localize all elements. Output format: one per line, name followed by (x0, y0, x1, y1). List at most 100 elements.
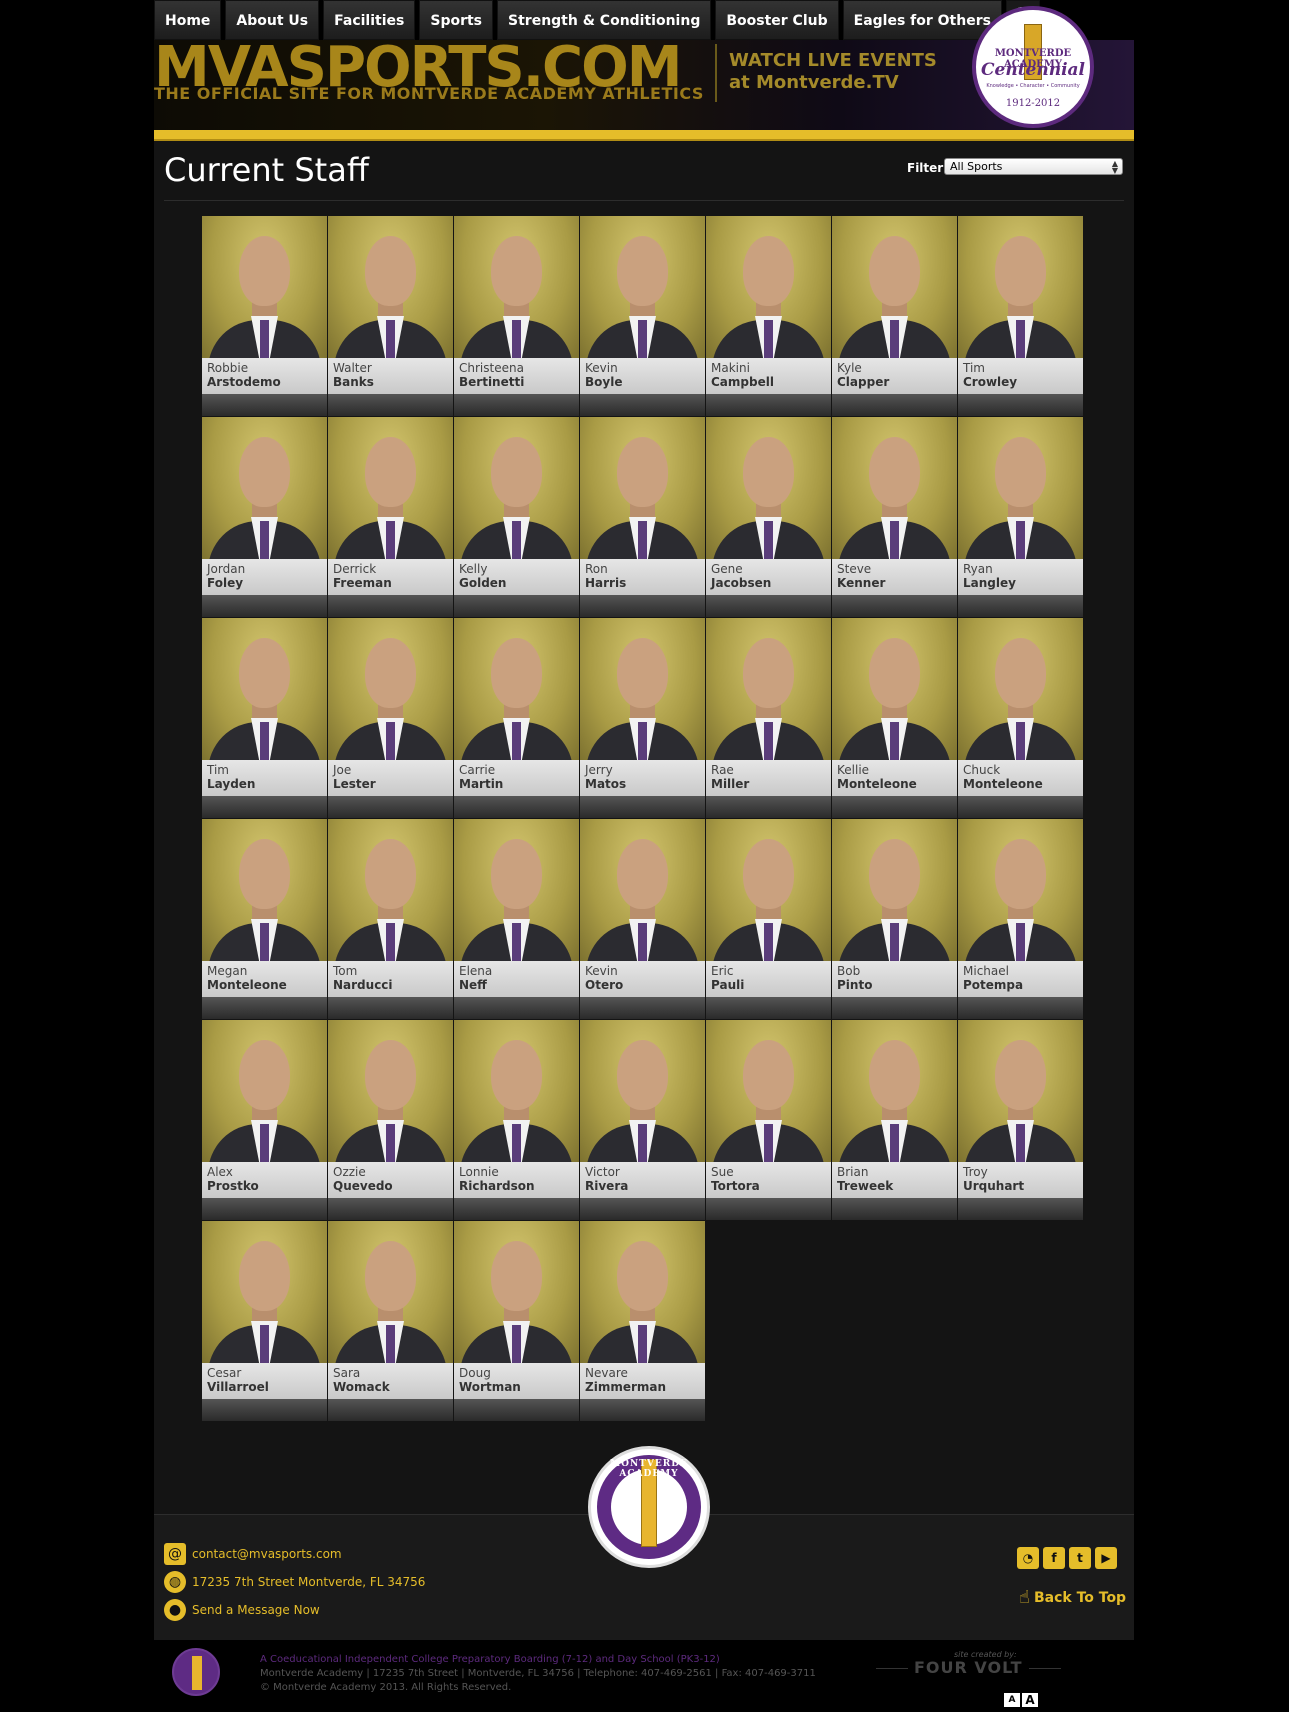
staff-nameplate[interactable]: Christeena Bertinetti (454, 358, 579, 394)
staff-nameplate[interactable]: Ryan Langley (958, 559, 1083, 595)
staff-nameplate[interactable]: Troy Urquhart (958, 1162, 1083, 1198)
staff-photo[interactable] (328, 819, 453, 961)
staff-card[interactable]: Ron Harris (580, 417, 705, 617)
staff-card[interactable]: Brian Treweek (832, 1020, 957, 1220)
facebook-icon[interactable]: f (1043, 1547, 1065, 1569)
staff-nameplate[interactable]: Derrick Freeman (328, 559, 453, 595)
staff-photo[interactable] (202, 216, 327, 358)
staff-card[interactable]: Walter Banks (328, 216, 453, 416)
staff-nameplate[interactable]: Nevare Zimmerman (580, 1363, 705, 1399)
staff-card[interactable]: Chuck Monteleone (958, 618, 1083, 818)
staff-nameplate[interactable]: Chuck Monteleone (958, 760, 1083, 796)
staff-nameplate[interactable]: Ron Harris (580, 559, 705, 595)
staff-photo[interactable] (454, 1221, 579, 1363)
staff-photo[interactable] (328, 1221, 453, 1363)
staff-nameplate[interactable]: Brian Treweek (832, 1162, 957, 1198)
staff-nameplate[interactable]: Carrie Martin (454, 760, 579, 796)
staff-nameplate[interactable]: Ozzie Quevedo (328, 1162, 453, 1198)
staff-card[interactable]: Kellie Monteleone (832, 618, 957, 818)
staff-nameplate[interactable]: Doug Wortman (454, 1363, 579, 1399)
staff-card[interactable]: Kevin Otero (580, 819, 705, 1019)
staff-photo[interactable] (706, 618, 831, 760)
watch-live-heading[interactable]: WATCH LIVE EVENTS (729, 50, 937, 71)
nav-facilities[interactable]: Facilities (323, 0, 416, 40)
staff-card[interactable]: Joe Lester (328, 618, 453, 818)
staff-photo[interactable] (328, 618, 453, 760)
staff-nameplate[interactable]: Alex Prostko (202, 1162, 327, 1198)
staff-nameplate[interactable]: Kellie Monteleone (832, 760, 957, 796)
text-size-large-button[interactable]: A (1022, 1693, 1038, 1707)
staff-photo[interactable] (958, 216, 1083, 358)
staff-card[interactable]: Victor Rivera (580, 1020, 705, 1220)
staff-photo[interactable] (454, 1020, 579, 1162)
staff-card[interactable]: Kevin Boyle (580, 216, 705, 416)
staff-card[interactable]: Sara Womack (328, 1221, 453, 1421)
staff-card[interactable]: Bob Pinto (832, 819, 957, 1019)
youtube-icon[interactable]: ▶ (1095, 1547, 1117, 1569)
staff-photo[interactable] (958, 417, 1083, 559)
staff-photo[interactable] (706, 1020, 831, 1162)
staff-card[interactable]: Rae Miller (706, 618, 831, 818)
staff-photo[interactable] (202, 1221, 327, 1363)
staff-nameplate[interactable]: Gene Jacobsen (706, 559, 831, 595)
staff-photo[interactable] (580, 417, 705, 559)
staff-card[interactable]: Derrick Freeman (328, 417, 453, 617)
staff-photo[interactable] (202, 618, 327, 760)
staff-card[interactable]: Christeena Bertinetti (454, 216, 579, 416)
send-message-link[interactable]: Send a Message Now (192, 1603, 320, 1617)
text-size-small-button[interactable]: A (1004, 1693, 1020, 1707)
staff-nameplate[interactable]: Makini Campbell (706, 358, 831, 394)
staff-photo[interactable] (958, 819, 1083, 961)
staff-photo[interactable] (454, 417, 579, 559)
staff-card[interactable]: Megan Monteleone (202, 819, 327, 1019)
staff-photo[interactable] (328, 417, 453, 559)
staff-photo[interactable] (832, 819, 957, 961)
staff-nameplate[interactable]: Kyle Clapper (832, 358, 957, 394)
staff-nameplate[interactable]: Kevin Otero (580, 961, 705, 997)
contact-email[interactable]: contact@mvasports.com (192, 1547, 342, 1561)
staff-photo[interactable] (328, 216, 453, 358)
staff-nameplate[interactable]: Tim Layden (202, 760, 327, 796)
staff-nameplate[interactable]: Victor Rivera (580, 1162, 705, 1198)
staff-nameplate[interactable]: Michael Potempa (958, 961, 1083, 997)
contact-email-row[interactable]: @ contact@mvasports.com (164, 1543, 342, 1565)
staff-card[interactable]: Tim Layden (202, 618, 327, 818)
staff-photo[interactable] (580, 216, 705, 358)
staff-photo[interactable] (832, 417, 957, 559)
staff-photo[interactable] (958, 618, 1083, 760)
twitter-icon[interactable]: t (1069, 1547, 1091, 1569)
staff-nameplate[interactable]: Steve Kenner (832, 559, 957, 595)
staff-card[interactable]: Cesar Villarroel (202, 1221, 327, 1421)
staff-photo[interactable] (580, 1221, 705, 1363)
staff-nameplate[interactable]: Bob Pinto (832, 961, 957, 997)
staff-card[interactable]: Carrie Martin (454, 618, 579, 818)
staff-nameplate[interactable]: Rae Miller (706, 760, 831, 796)
filter-select[interactable]: All Sports ▲ ▼ (944, 158, 1123, 175)
staff-photo[interactable] (832, 216, 957, 358)
staff-photo[interactable] (328, 1020, 453, 1162)
rss-icon[interactable]: ◔ (1017, 1547, 1039, 1569)
back-to-top-link[interactable]: ☝ Back To Top (1019, 1587, 1126, 1608)
nav-sports[interactable]: Sports (419, 0, 494, 40)
staff-nameplate[interactable]: Robbie Arstodemo (202, 358, 327, 394)
staff-nameplate[interactable]: Lonnie Richardson (454, 1162, 579, 1198)
staff-nameplate[interactable]: Kelly Golden (454, 559, 579, 595)
staff-photo[interactable] (958, 1020, 1083, 1162)
staff-photo[interactable] (832, 1020, 957, 1162)
staff-photo[interactable] (454, 819, 579, 961)
staff-card[interactable]: Ozzie Quevedo (328, 1020, 453, 1220)
staff-photo[interactable] (202, 1020, 327, 1162)
nav-strength-conditioning[interactable]: Strength & Conditioning (497, 0, 712, 40)
watch-live-link[interactable]: at Montverde.TV (729, 72, 899, 93)
staff-photo[interactable] (706, 417, 831, 559)
staff-card[interactable]: Kelly Golden (454, 417, 579, 617)
staff-card[interactable]: Tom Narducci (328, 819, 453, 1019)
staff-photo[interactable] (706, 819, 831, 961)
staff-nameplate[interactable]: Tom Narducci (328, 961, 453, 997)
staff-photo[interactable] (580, 1020, 705, 1162)
staff-nameplate[interactable]: Cesar Villarroel (202, 1363, 327, 1399)
staff-photo[interactable] (454, 216, 579, 358)
staff-nameplate[interactable]: Jordan Foley (202, 559, 327, 595)
staff-card[interactable]: Michael Potempa (958, 819, 1083, 1019)
staff-card[interactable]: Kyle Clapper (832, 216, 957, 416)
